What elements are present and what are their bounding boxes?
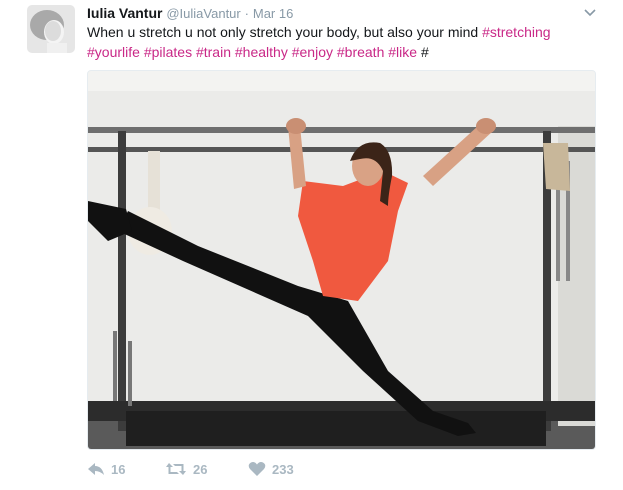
reply-button[interactable]: 16 xyxy=(87,458,125,480)
chevron-down-icon[interactable] xyxy=(582,5,598,21)
tweet-actions: 16 26 233 xyxy=(87,458,387,480)
retweet-count: 26 xyxy=(193,461,208,477)
hashtag-link[interactable]: #breath xyxy=(337,44,384,60)
hashtag-link[interactable]: #like xyxy=(388,44,417,60)
author-name[interactable]: Iulia Vantur xyxy=(87,5,162,21)
tweet-photo[interactable] xyxy=(87,70,596,450)
tweet-body-text: When u stretch u not only stretch your b… xyxy=(87,24,483,40)
reply-icon xyxy=(87,461,105,477)
heart-icon xyxy=(248,461,266,477)
retweet-button[interactable]: 26 xyxy=(165,458,207,480)
separator: · xyxy=(244,6,249,21)
hashtag-link[interactable]: #healthy xyxy=(235,44,288,60)
hashtag-link[interactable]: #train xyxy=(196,44,231,60)
like-button[interactable]: 233 xyxy=(248,458,294,480)
tweet-card: Iulia Vantur @IuliaVantur · Mar 16 When … xyxy=(0,0,623,490)
author-handle[interactable]: @IuliaVantur xyxy=(166,6,240,21)
tweet-text: When u stretch u not only stretch your b… xyxy=(87,22,602,62)
hashtag-link[interactable]: #pilates xyxy=(144,44,192,60)
avatar[interactable] xyxy=(27,5,75,53)
tweet-date[interactable]: Mar 16 xyxy=(253,6,293,21)
tweet-header: Iulia Vantur @IuliaVantur · Mar 16 xyxy=(87,5,293,21)
reply-count: 16 xyxy=(111,461,126,477)
hashtag-link[interactable]: #yourlife xyxy=(87,44,140,60)
trailing-text: # xyxy=(420,44,429,60)
retweet-icon xyxy=(165,461,187,477)
hashtag-link[interactable]: #stretching xyxy=(482,24,550,40)
hashtag-link[interactable]: #enjoy xyxy=(292,44,333,60)
like-count: 233 xyxy=(272,461,294,477)
